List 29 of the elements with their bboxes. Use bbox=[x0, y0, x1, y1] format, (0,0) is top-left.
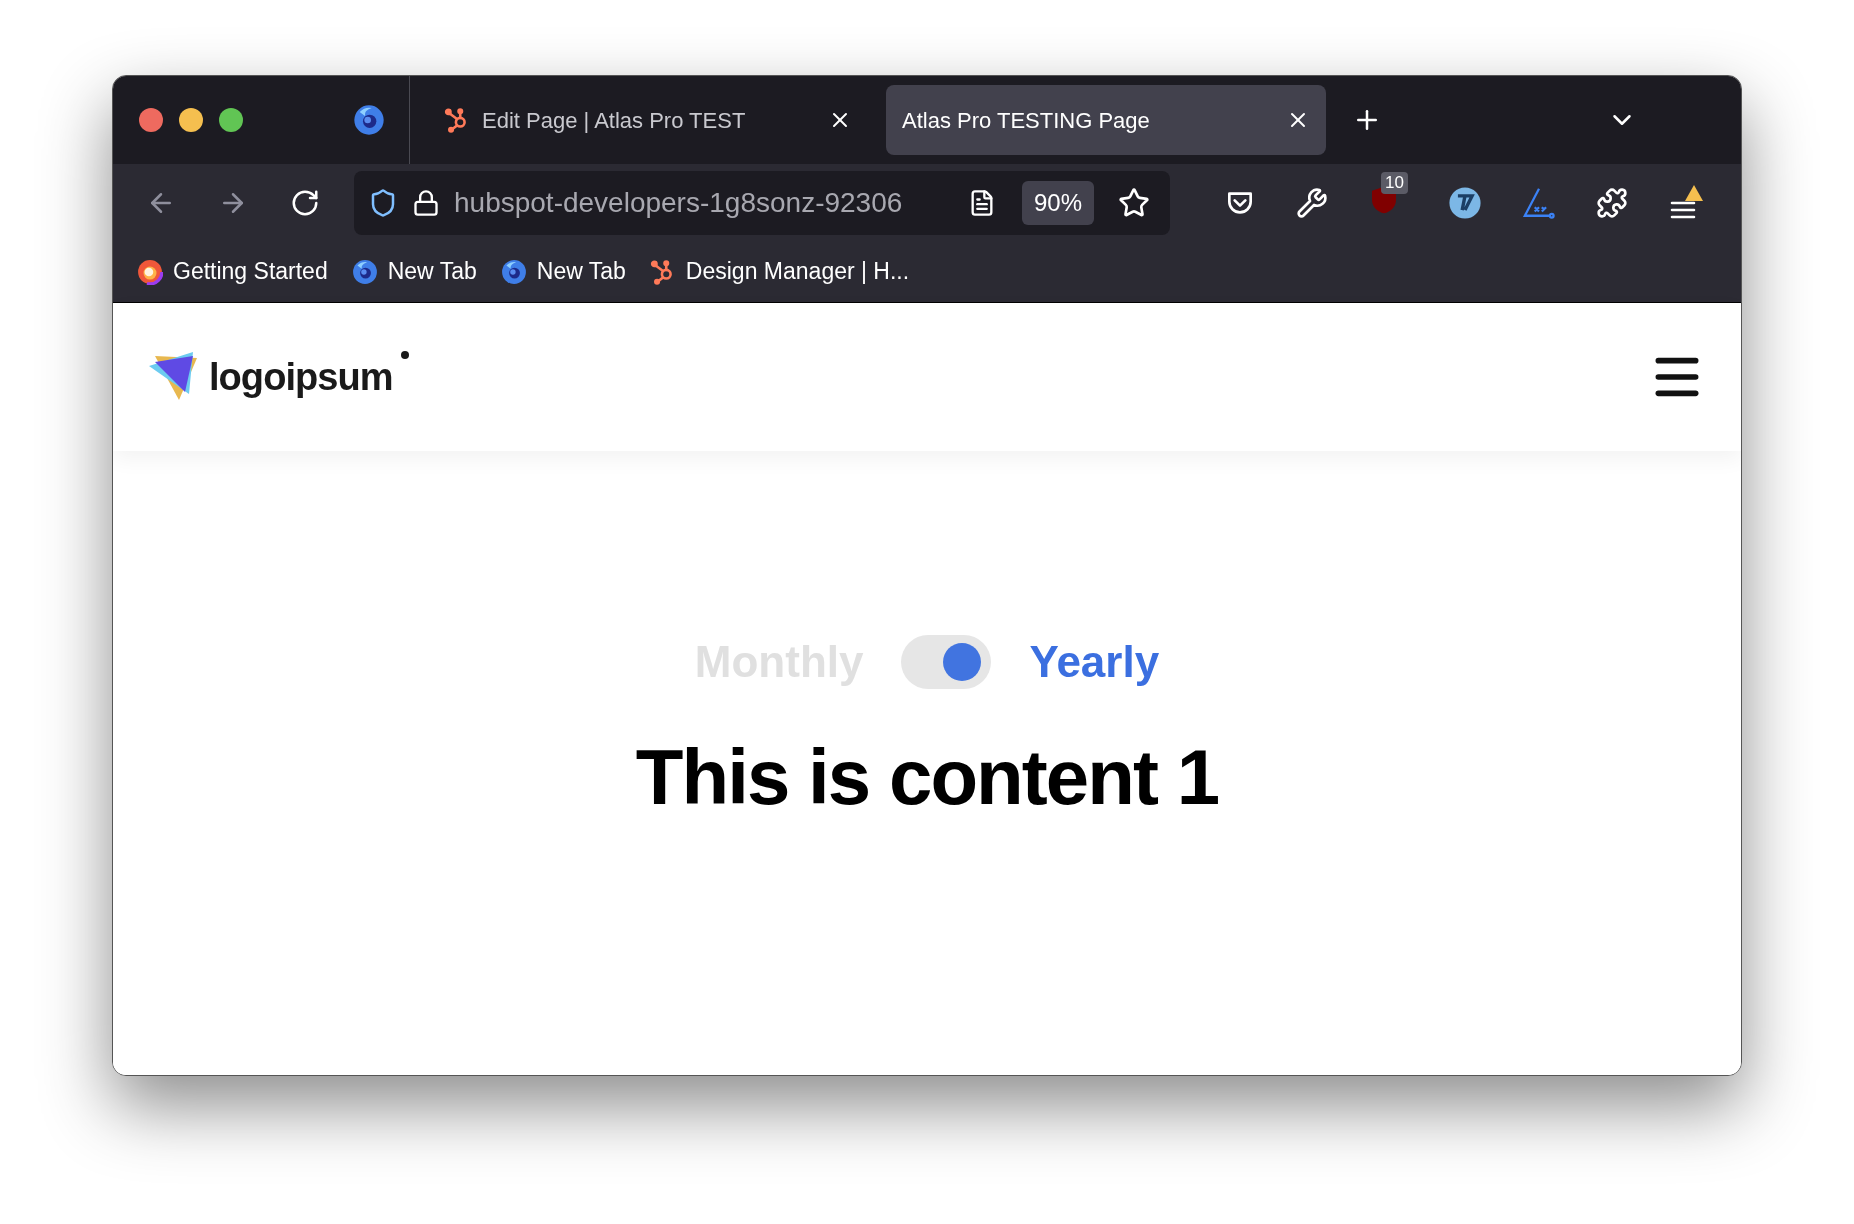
content-heading: This is content 1 bbox=[635, 732, 1219, 823]
minimize-window-button[interactable] bbox=[179, 108, 203, 132]
browser-tab[interactable]: Atlas Pro TESTING Page bbox=[886, 85, 1326, 155]
url-text: hubspot-developers-1g8sonz-92306 bbox=[454, 185, 904, 220]
bookmark-item[interactable]: Design Manager | H... bbox=[649, 254, 910, 289]
switch-knob bbox=[943, 643, 982, 681]
browser-tab[interactable]: Edit Page | Atlas Pro TEST bbox=[428, 85, 868, 155]
v-extension-icon[interactable] bbox=[1448, 185, 1482, 220]
tab-title: Edit Page | Atlas Pro TEST bbox=[482, 106, 747, 135]
tab-title: Atlas Pro TESTING Page bbox=[902, 106, 1151, 135]
bookmark-item[interactable]: Getting Started bbox=[137, 254, 328, 289]
browser-logo-icon bbox=[353, 104, 385, 136]
extensions-icon[interactable] bbox=[1596, 186, 1628, 219]
firefox-icon bbox=[351, 258, 378, 285]
zoom-level-button[interactable]: 90% bbox=[1022, 180, 1095, 225]
zoom-window-button[interactable] bbox=[219, 108, 243, 132]
wrench-icon[interactable] bbox=[1296, 186, 1328, 219]
billing-switch[interactable] bbox=[901, 635, 992, 689]
shield-extension-button[interactable]: 10 bbox=[1368, 171, 1408, 220]
bookmark-item[interactable]: New Tab bbox=[500, 254, 626, 289]
firefox-icon bbox=[500, 258, 527, 285]
logo-text: logoipsum bbox=[209, 354, 393, 400]
globe-icon bbox=[137, 258, 163, 285]
bookmark-star-icon[interactable] bbox=[1118, 186, 1151, 219]
close-window-button[interactable] bbox=[139, 108, 163, 132]
billing-option[interactable]: Yearly bbox=[1029, 629, 1160, 695]
address-bar[interactable]: hubspot-developers-1g8sonz-92306 90% bbox=[354, 170, 1170, 235]
bookmark-item[interactable]: New Tab bbox=[351, 254, 477, 289]
lock-icon[interactable] bbox=[412, 188, 440, 217]
